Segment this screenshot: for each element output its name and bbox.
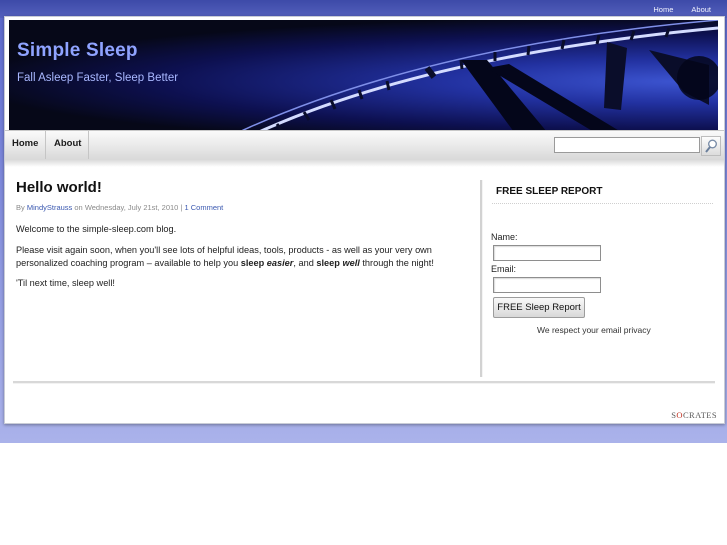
post-comments-link[interactable]: 1 Comment xyxy=(184,203,223,212)
site-tagline: Fall Asleep Faster, Sleep Better xyxy=(17,72,179,84)
email-label: Email: xyxy=(491,264,517,274)
post-meta-date: on Wednesday, July 21st, 2010 | xyxy=(74,203,183,212)
search-input[interactable] xyxy=(554,137,700,153)
post-emphasis-sleep-2: sleep xyxy=(316,258,340,268)
post-title[interactable]: Hello world! xyxy=(16,179,102,196)
post-emphasis-well: well xyxy=(342,258,360,268)
name-label: Name: xyxy=(491,232,518,242)
nav-item-home[interactable]: Home xyxy=(5,131,47,159)
post-paragraph-2-end: through the night! xyxy=(359,258,434,268)
main-nav: Home About xyxy=(5,130,724,160)
post-paragraph-2-and: , and xyxy=(293,258,317,268)
socrates-logo-rest: CRATES xyxy=(682,410,717,420)
site-title[interactable]: Simple Sleep xyxy=(17,40,138,62)
socrates-logo[interactable]: SOCRATES xyxy=(671,410,717,420)
post-author-link[interactable]: MindyStrauss xyxy=(27,203,72,212)
post-meta-by: By xyxy=(16,203,25,212)
magnifier-icon xyxy=(705,139,717,153)
email-field[interactable] xyxy=(493,277,601,293)
post-body: Welcome to the simple-sleep.com blog. Pl… xyxy=(16,223,468,296)
post-meta: By MindyStrauss on Wednesday, July 21st,… xyxy=(16,203,223,212)
post-paragraph-2: Please visit again soon, when you'll see… xyxy=(16,244,468,270)
post-emphasis-sleep: sleep xyxy=(240,258,265,268)
page-container: Simple Sleep Fall Asleep Faster, Sleep B… xyxy=(4,16,725,424)
privacy-note: We respect your email privacy xyxy=(537,325,651,335)
clock-numeral xyxy=(604,42,627,110)
top-nav-home[interactable]: Home xyxy=(653,5,673,14)
name-field[interactable] xyxy=(493,245,601,261)
widget-divider xyxy=(492,203,713,204)
site-header: Simple Sleep Fall Asleep Faster, Sleep B… xyxy=(9,20,718,132)
top-nav-about[interactable]: About xyxy=(691,5,711,14)
top-nav: Home About xyxy=(653,5,711,14)
post-paragraph-1: Welcome to the simple-sleep.com blog. xyxy=(16,224,177,234)
free-sleep-report-button[interactable]: FREE Sleep Report xyxy=(493,297,585,318)
footer-divider xyxy=(13,381,715,384)
widget-title: FREE SLEEP REPORT xyxy=(496,186,603,197)
post-paragraph-3: 'Til next time, sleep well! xyxy=(16,278,115,288)
post-emphasis-easier: easier xyxy=(266,258,294,268)
column-divider xyxy=(480,180,483,377)
nav-shadow xyxy=(5,159,724,167)
search-button[interactable] xyxy=(701,136,721,156)
nav-item-about[interactable]: About xyxy=(47,131,90,159)
